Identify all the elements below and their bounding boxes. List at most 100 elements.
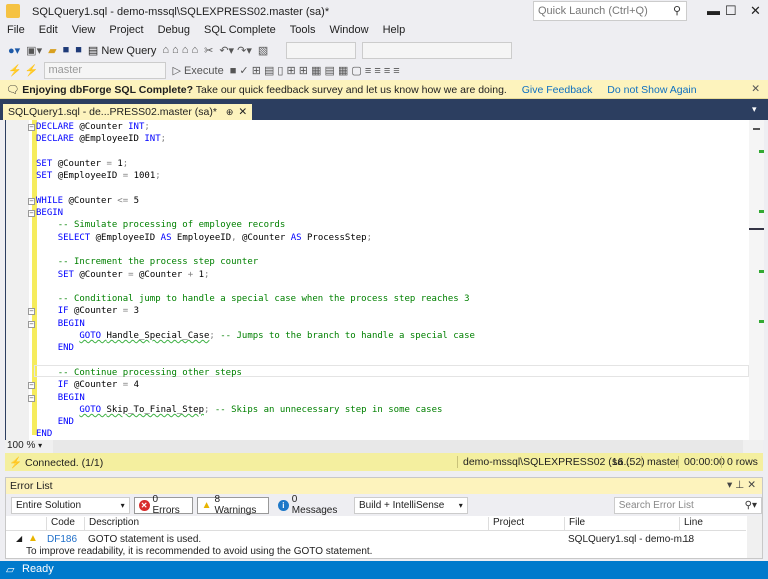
menu-debug[interactable]: Debug — [155, 24, 193, 36]
error-row[interactable]: ◢ ▲ DF186 GOTO statement is used. SQLQue… — [6, 532, 746, 558]
properties-icon[interactable]: ▧ — [258, 44, 268, 57]
expand-icon[interactable]: ◢ — [16, 534, 22, 543]
menu-tools[interactable]: Tools — [287, 24, 319, 36]
code-keyword: BEGIN — [57, 392, 85, 403]
code-line[interactable]: END — [36, 428, 475, 440]
code-line[interactable]: − BEGIN — [28, 207, 475, 219]
menu-help[interactable]: Help — [380, 24, 409, 36]
vertical-scrollbar[interactable] — [749, 120, 764, 440]
code-line[interactable]: SELECT @EmployeeID AS EmployeeID, @Count… — [36, 232, 475, 244]
zoom-level-dropdown[interactable]: 100 % — [7, 440, 35, 451]
give-feedback-link[interactable]: Give Feedback — [522, 84, 593, 96]
save-icon[interactable]: ■ — [63, 44, 70, 56]
code-line[interactable]: -- Simulate processing of employee recor… — [36, 219, 475, 231]
menu-sql-complete[interactable]: SQL Complete — [201, 24, 279, 36]
fold-toggle-icon[interactable]: − — [28, 382, 35, 390]
code-line[interactable]: − BEGIN — [28, 318, 475, 330]
code-token: 4 — [133, 380, 139, 391]
sql-editor[interactable]: − DECLARE @Counter INT; DECLARE @EmployeeI… — [5, 120, 764, 441]
new-query-button[interactable]: ▤ New Query — [88, 44, 156, 57]
code-keyword: INT — [144, 134, 161, 145]
code-token: @Counter — [241, 232, 291, 243]
error-list-scrollbar[interactable] — [747, 516, 762, 558]
error-code-link[interactable]: DF186 — [47, 534, 77, 545]
code-token: <= — [117, 195, 134, 206]
code-line[interactable] — [36, 182, 475, 194]
code-line[interactable]: − IF @Counter = 4 — [28, 379, 475, 391]
code-line[interactable] — [36, 244, 475, 256]
code-text[interactable]: − DECLARE @Counter INT; DECLARE @EmployeeI… — [28, 121, 475, 441]
search-error-list-input[interactable]: Search Error List ⚲▾ — [613, 496, 762, 514]
dont-show-again-link[interactable]: Do not Show Again — [607, 84, 696, 96]
column-code[interactable]: Code — [46, 517, 75, 531]
code-line[interactable]: − WHILE @Counter <= 5 — [28, 195, 475, 207]
code-line[interactable]: END — [36, 416, 475, 428]
horizontal-scrollbar[interactable] — [53, 440, 743, 453]
menu-edit[interactable]: Edit — [36, 24, 61, 36]
menu-file[interactable]: File — [4, 24, 28, 36]
new-project-icon[interactable]: ▣▾ — [26, 44, 42, 57]
code-line[interactable]: -- Conditional jump to handle a special … — [36, 293, 475, 305]
minimize-button[interactable]: ▬ — [707, 3, 720, 18]
errors-filter-button[interactable]: ✕ 0 Errors — [133, 494, 193, 516]
code-line[interactable]: SET @Counter = 1; — [36, 158, 475, 170]
code-line[interactable]: END — [36, 342, 475, 354]
database-dropdown[interactable]: master — [44, 61, 167, 79]
undo-icon[interactable]: ↶▾ ↷▾ — [219, 44, 252, 57]
code-line[interactable] — [36, 146, 475, 158]
document-tab[interactable]: SQLQuery1.sql - de...PRESS02.master (sa)… — [3, 104, 253, 120]
code-line[interactable]: − DECLARE @Counter INT; — [28, 121, 475, 133]
code-token: = — [122, 380, 134, 391]
cut-icon[interactable]: ✂ — [204, 44, 213, 57]
fold-toggle-icon[interactable]: − — [28, 394, 35, 402]
close-tab-button[interactable]: ✕ — [238, 106, 247, 118]
scope-dropdown[interactable]: Entire Solution ▾ — [11, 496, 130, 514]
solution-config-dropdown[interactable] — [286, 41, 357, 59]
column-line[interactable]: Line — [679, 517, 719, 531]
code-line[interactable]: GOTO Skip_To_Final_Step; -- Skips an unn… — [36, 404, 475, 416]
connect-icon[interactable]: ⚡ ⚡ — [8, 64, 38, 77]
fold-toggle-icon[interactable]: − — [28, 210, 35, 218]
open-icon[interactable]: ▰ — [48, 44, 56, 57]
pin-icon[interactable]: ⊕ — [226, 107, 234, 117]
source-dropdown[interactable]: Build + IntelliSense ▾ — [354, 496, 468, 514]
code-line[interactable]: − IF @Counter = 3 — [28, 305, 475, 317]
code-line[interactable] — [36, 355, 475, 367]
fold-toggle-icon[interactable]: − — [28, 308, 35, 316]
code-line[interactable]: SET @Counter = @Counter + 1; — [36, 269, 475, 281]
code-line[interactable]: − BEGIN — [28, 392, 475, 404]
code-token: , — [231, 232, 242, 243]
code-line[interactable]: SET @EmployeeID = 1001; — [36, 170, 475, 182]
code-line[interactable]: -- Increment the process step counter — [36, 256, 475, 268]
code-line[interactable] — [36, 281, 475, 293]
query-tools-icons[interactable]: ■ ✓ ⊞ ▤ ▯ ⊞ ⊞ ▦ ▤ ▦ ▢ ≡ ≡ ≡ ≡ — [230, 64, 400, 77]
code-line[interactable]: DECLARE @EmployeeID INT; — [36, 133, 475, 145]
code-token: ; — [155, 171, 161, 182]
close-button[interactable]: ✕ — [750, 3, 761, 19]
tab-dropdown-icon[interactable]: ▾ — [752, 104, 757, 115]
solution-platform-dropdown[interactable] — [362, 41, 513, 59]
warnings-filter-button[interactable]: ▲ 8 Warnings — [196, 494, 269, 516]
menu-window[interactable]: Window — [326, 24, 371, 36]
fold-toggle-icon[interactable]: − — [28, 320, 35, 328]
execute-button[interactable]: ▷ Execute — [172, 64, 223, 77]
column-description[interactable]: Description — [84, 517, 139, 531]
split-handle-icon[interactable] — [753, 128, 760, 130]
code-line[interactable]: -- Continue processing other steps — [36, 367, 475, 379]
code-line[interactable]: GOTO Handle_Special_Case; -- Jumps to th… — [36, 330, 475, 342]
messages-filter-button[interactable]: i0 Messages — [273, 494, 350, 516]
panel-controls-icon[interactable]: ▾ ⊥ ✕ — [727, 479, 756, 491]
column-file[interactable]: File — [564, 517, 585, 531]
save-all-icon[interactable]: ■ — [75, 44, 82, 56]
close-notice-button[interactable]: ✕ — [751, 83, 760, 95]
fold-toggle-icon[interactable]: − — [28, 197, 35, 205]
maximize-button[interactable]: ☐ — [725, 3, 737, 19]
quick-launch-input[interactable]: Quick Launch (Ctrl+Q) ⚲ — [533, 1, 687, 21]
column-project[interactable]: Project — [488, 517, 524, 531]
menu-view[interactable]: View — [69, 24, 99, 36]
menu-project[interactable]: Project — [106, 24, 146, 36]
query-type-icons[interactable]: ⌂ ⌂ ⌂ ⌂ — [162, 44, 198, 56]
back-icon[interactable]: ●▾ — [8, 44, 20, 57]
connection-status-bar: ⚡ Connected. (1/1) demo-mssql\SQLEXPRESS… — [5, 453, 763, 471]
fold-toggle-icon[interactable]: − — [28, 124, 35, 131]
